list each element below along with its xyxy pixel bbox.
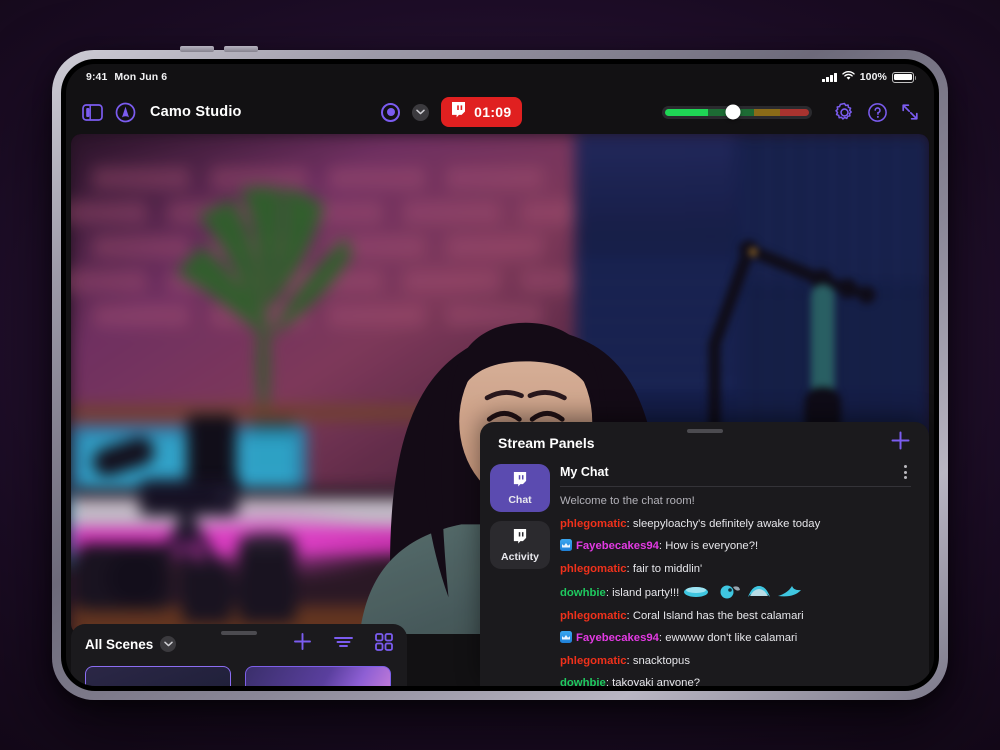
camo-logo-icon[interactable] [115,102,136,123]
chat-panel: My Chat Welcome to the chat room! phlegom… [556,458,929,686]
chat-message: phlegomatic: sleepyloachy's definitely a… [560,517,911,533]
audio-meter-knob[interactable] [725,104,740,120]
chat-username[interactable]: Fayebecakes94 [576,632,659,644]
stream-panels-sheet: Stream Panels Chat Activity My Chat Welc… [480,422,929,686]
chat-username[interactable]: phlegomatic [560,655,627,667]
panels-drag-handle[interactable] [686,429,723,433]
cellular-signal-icon [822,72,837,82]
wifi-icon [842,70,855,84]
chat-user-badge [560,539,572,551]
chat-title: My Chat [560,465,609,479]
list-view-icon[interactable] [334,635,353,654]
chat-username[interactable]: Fayebecakes94 [576,540,659,552]
chat-user-badge [560,631,572,643]
chat-system-message: Welcome to the chat room! [560,495,695,507]
chat-username[interactable]: phlegomatic [560,563,627,575]
grid-view-icon[interactable] [375,632,393,656]
scene-thumbnail-2[interactable] [245,666,391,686]
status-bar: 9:41 Mon Jun 6 100% [66,64,934,90]
chevron-down-icon[interactable] [160,636,177,652]
live-stream-badge[interactable]: 01:09 [441,97,523,127]
chat-emote [746,584,772,599]
chat-emote [683,584,709,599]
stream-panels-body: Chat Activity My Chat Welcome to the cha… [480,458,929,686]
chat-username[interactable]: phlegomatic [560,518,627,530]
stream-timer: 01:09 [474,104,512,120]
chat-message: phlegomatic: snacktopus [560,654,911,670]
chat-text: : Coral Island has the best calamari [626,609,804,622]
twitch-icon [450,101,467,124]
chat-header: My Chat [556,458,925,486]
volume-up-button[interactable] [180,46,214,52]
chat-text: : snacktopus [626,654,690,667]
battery-percent: 100% [859,71,887,83]
chat-text: : How is everyone?! [658,540,759,552]
chat-text: : sleepyloachy's definitely awake today [626,517,821,530]
chat-username[interactable]: dowhbie [560,587,606,599]
gear-icon[interactable] [834,102,855,123]
stream-panels-title: Stream Panels [498,435,595,451]
scenes-header: All Scenes [85,624,393,664]
chat-emote [715,584,741,599]
expand-diagonal-icon[interactable] [900,102,920,122]
panel-tab-label: Activity [501,550,539,563]
volume-down-button[interactable] [224,46,258,52]
panel-tab-list: Chat Activity [480,458,556,686]
help-icon[interactable] [867,102,888,123]
chat-text: : fair to middlin' [626,562,703,575]
sidebar-toggle-icon[interactable] [82,103,103,121]
scenes-title: All Scenes [85,636,154,652]
chat-text: : ewwww don't like calamari [658,632,798,644]
chat-message: phlegomatic: fair to middlin' [560,562,911,578]
ipad-device-frame: 9:41 Mon Jun 6 100% Camo Studio 01:09 Al… [52,46,948,700]
panel-tab-label: Chat [508,493,532,506]
chat-username[interactable]: phlegomatic [560,610,627,622]
ipad-screen: 9:41 Mon Jun 6 100% Camo Studio 01:09 Al… [66,64,934,686]
chat-text: : island party!!! [605,587,680,599]
scenes-bar: All Scenes [71,624,407,686]
page-title: Camo Studio [150,104,242,120]
scene-thumbnail-list [85,664,393,686]
audio-level-meter[interactable] [662,104,812,120]
more-vertical-icon[interactable] [900,461,911,483]
audio-meter-segment [754,108,781,116]
twitch-icon [512,471,528,491]
panel-tab-chat[interactable]: Chat [490,464,550,512]
chat-emote [777,584,803,599]
scene-thumbnail-1[interactable] [85,666,231,686]
stream-panels-header: Stream Panels [480,422,929,458]
chat-message-list[interactable]: Welcome to the chat room! phlegomatic: sl… [556,487,925,686]
panel-tab-activity[interactable]: Activity [490,521,550,569]
audio-meter-segment [780,108,809,116]
battery-icon [892,71,917,83]
chat-message: phlegomatic: Coral Island has the best c… [560,609,911,625]
device-bezel: 9:41 Mon Jun 6 100% Camo Studio 01:09 Al… [61,59,939,691]
record-button-icon[interactable] [381,102,401,122]
chat-message: dowhbie: takoyaki anyone? [560,676,911,686]
status-date: Mon Jun 6 [114,71,168,83]
twitch-icon [512,528,528,548]
chat-username[interactable]: dowhbie [560,677,606,686]
status-time: 9:41 [86,71,108,83]
plus-icon[interactable] [293,632,312,656]
audio-meter-segment [665,108,709,116]
plus-icon[interactable] [890,430,911,456]
chat-text: : takoyaki anyone? [605,677,701,686]
chat-message: Fayebecakes94: How is everyone?! [560,539,911,555]
chat-message: dowhbie: island party!!! [560,584,911,602]
app-toolbar: Camo Studio 01:09 [66,90,934,134]
chat-message: Fayebecakes94: ewwww don't like calamari [560,631,911,647]
chevron-down-icon[interactable] [412,103,430,121]
